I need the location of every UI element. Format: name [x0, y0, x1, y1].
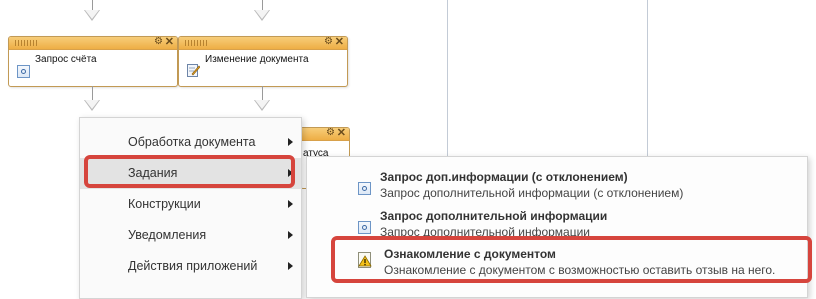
task-icon	[358, 221, 371, 234]
menu-item-document-processing[interactable]: Обработка документа	[80, 127, 301, 158]
edit-document-icon	[187, 64, 200, 77]
flow-arrow	[254, 100, 270, 111]
gear-icon[interactable]: ⚙	[326, 128, 335, 139]
menu-item-constructions[interactable]: Конструкции	[80, 189, 301, 220]
menu-item-app-actions[interactable]: Действия приложений	[80, 251, 301, 282]
connector-line	[262, 86, 263, 100]
chevron-right-icon	[288, 231, 293, 239]
block-title: Изменение документа	[205, 54, 309, 65]
chevron-right-icon	[288, 138, 293, 146]
connector-line	[92, 0, 93, 10]
submenu-item-title: Запрос дополнительной информации	[380, 209, 608, 223]
block-header[interactable]: ⚙ ✕	[301, 128, 349, 141]
chevron-right-icon	[288, 200, 293, 208]
flow-arrow	[84, 10, 100, 21]
highlight-annotation-tasks	[84, 155, 295, 188]
menu-item-label: Конструкции	[128, 197, 201, 211]
menu-item-notifications[interactable]: Уведомления	[80, 220, 301, 251]
process-block-document-change[interactable]: ⚙ ✕ Изменение документа	[178, 36, 348, 87]
submenu-item-description: Запрос дополнительной информации (с откл…	[380, 186, 684, 200]
flow-arrow	[254, 10, 270, 21]
gear-icon[interactable]: ⚙	[324, 37, 333, 48]
drag-grip-icon[interactable]	[15, 40, 37, 46]
block-header[interactable]: ⚙ ✕	[179, 37, 347, 50]
drag-grip-icon[interactable]	[185, 40, 207, 46]
block-header[interactable]: ⚙ ✕	[9, 37, 177, 50]
submenu-item-title: Запрос доп.информации (с отклонением)	[380, 170, 628, 184]
gear-icon[interactable]: ⚙	[154, 37, 163, 48]
menu-item-label: Уведомления	[128, 228, 207, 242]
menu-item-label: Обработка документа	[128, 135, 256, 149]
close-icon[interactable]: ✕	[337, 128, 346, 139]
highlight-annotation-document-review	[331, 236, 812, 283]
process-task-icon	[17, 65, 30, 78]
menu-item-label: Действия приложений	[128, 259, 258, 273]
close-icon[interactable]: ✕	[165, 37, 174, 48]
chevron-right-icon	[288, 262, 293, 270]
task-icon	[358, 182, 371, 195]
block-title: Запрос счёта	[35, 54, 97, 65]
context-menu: Обработка документа Задания Конструкции …	[79, 117, 302, 299]
connector-line	[92, 86, 93, 100]
close-icon[interactable]: ✕	[335, 37, 344, 48]
submenu-item-info-request-rejection[interactable]: Запрос доп.информации (с отклонением) За…	[307, 163, 807, 207]
flow-arrow	[84, 100, 100, 111]
process-block-invoice-request[interactable]: ⚙ ✕ Запрос счёта	[8, 36, 178, 87]
connector-line	[262, 0, 263, 10]
